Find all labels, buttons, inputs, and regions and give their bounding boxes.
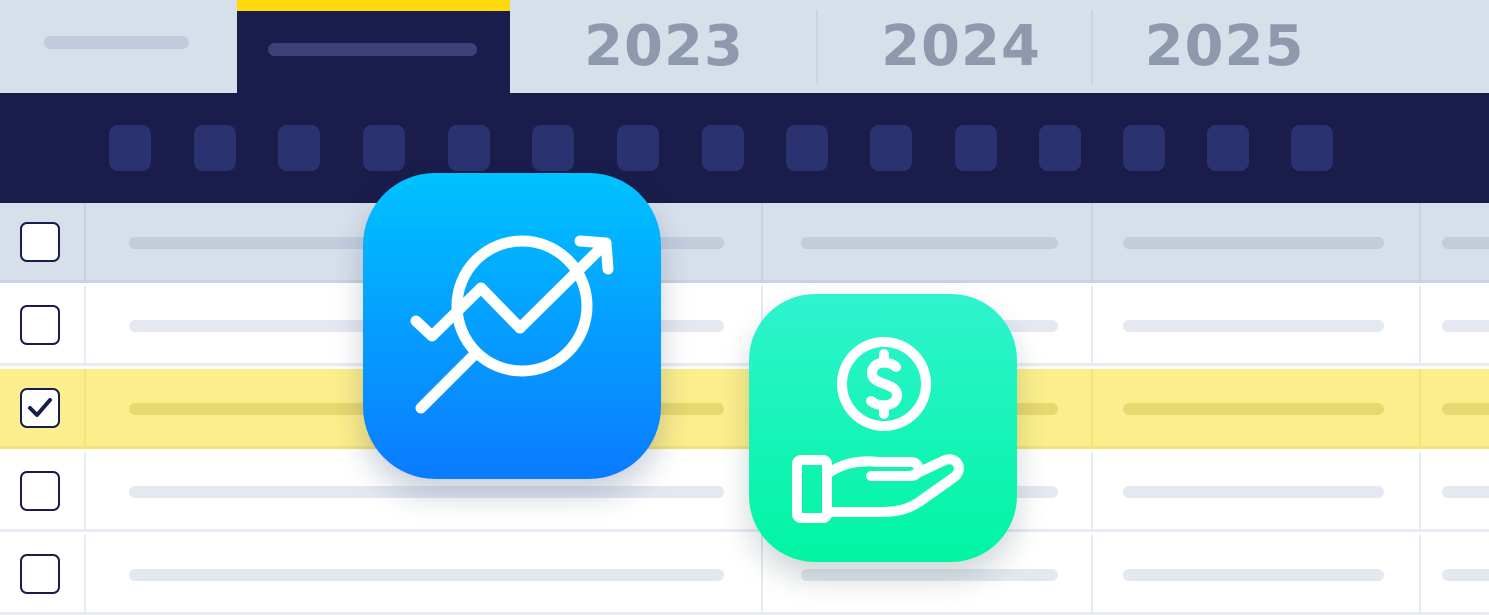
tab-2025[interactable]: 2025 bbox=[1112, 0, 1337, 93]
column-divider bbox=[1419, 369, 1421, 446]
table-row[interactable] bbox=[0, 452, 1489, 532]
toolbar-button[interactable] bbox=[278, 125, 320, 171]
table-row[interactable] bbox=[0, 535, 1489, 615]
toolbar-button[interactable] bbox=[194, 125, 236, 171]
table-header-row bbox=[0, 203, 1489, 283]
column-divider bbox=[1419, 286, 1421, 363]
tab-placeholder[interactable] bbox=[0, 0, 237, 93]
column-divider bbox=[1419, 203, 1421, 280]
toolbar-button[interactable] bbox=[786, 125, 828, 171]
checkmark-icon bbox=[28, 398, 52, 417]
column-divider bbox=[84, 535, 86, 612]
toolbar-button[interactable] bbox=[1291, 125, 1333, 171]
tab-label-skeleton bbox=[44, 36, 189, 49]
row-checkbox[interactable] bbox=[20, 305, 60, 345]
toolbar-button[interactable] bbox=[532, 125, 574, 171]
cell-skeleton bbox=[801, 569, 1058, 581]
column-divider bbox=[1419, 452, 1421, 529]
toolbar-button[interactable] bbox=[363, 125, 405, 171]
toolbar-button[interactable] bbox=[1039, 125, 1081, 171]
column-divider bbox=[761, 203, 763, 280]
header-cell-skeleton bbox=[801, 237, 1058, 249]
toolbar-button[interactable] bbox=[702, 125, 744, 171]
tab-divider bbox=[816, 10, 818, 84]
payment-app-icon[interactable] bbox=[749, 294, 1017, 562]
table-row[interactable] bbox=[0, 286, 1489, 366]
analytics-app-icon[interactable] bbox=[363, 173, 661, 479]
tab-active[interactable] bbox=[237, 0, 510, 93]
analytics-magnifier-trend-icon bbox=[410, 235, 614, 414]
column-divider bbox=[1091, 369, 1093, 446]
cell-skeleton bbox=[1442, 569, 1489, 581]
toolbar bbox=[0, 93, 1489, 203]
toolbar-button[interactable] bbox=[870, 125, 912, 171]
row-checkbox[interactable] bbox=[20, 471, 60, 511]
column-divider bbox=[1419, 535, 1421, 612]
toolbar-button[interactable] bbox=[109, 125, 151, 171]
tab-2023[interactable]: 2023 bbox=[550, 0, 778, 93]
column-divider bbox=[1091, 452, 1093, 529]
tab-strip: 2023 2024 2025 bbox=[0, 0, 1489, 93]
toolbar-button[interactable] bbox=[617, 125, 659, 171]
column-divider bbox=[84, 452, 86, 529]
toolbar-button[interactable] bbox=[1123, 125, 1165, 171]
column-divider bbox=[84, 369, 86, 446]
cell-skeleton bbox=[129, 486, 724, 498]
cell-skeleton bbox=[129, 569, 724, 581]
cell-skeleton bbox=[1123, 320, 1384, 332]
column-divider bbox=[1091, 286, 1093, 363]
row-checkbox[interactable] bbox=[20, 388, 60, 428]
tab-label-skeleton bbox=[268, 43, 477, 56]
cell-skeleton bbox=[1123, 569, 1384, 581]
toolbar-button[interactable] bbox=[955, 125, 997, 171]
table-row-selected[interactable] bbox=[0, 369, 1489, 449]
row-checkbox[interactable] bbox=[20, 554, 60, 594]
cell-skeleton bbox=[1442, 320, 1489, 332]
tab-2024[interactable]: 2024 bbox=[846, 0, 1076, 93]
toolbar-button[interactable] bbox=[448, 125, 490, 171]
column-divider bbox=[1091, 203, 1093, 280]
data-grid bbox=[0, 203, 1489, 615]
column-divider bbox=[1091, 535, 1093, 612]
column-divider bbox=[84, 203, 86, 280]
header-cell-skeleton bbox=[1442, 237, 1489, 249]
cell-skeleton bbox=[1123, 486, 1384, 498]
toolbar-button[interactable] bbox=[1207, 125, 1249, 171]
tab-divider bbox=[1091, 10, 1093, 84]
column-divider bbox=[84, 286, 86, 363]
header-cell-skeleton bbox=[1123, 237, 1384, 249]
hand-holding-dollar-icon bbox=[792, 337, 964, 523]
select-all-checkbox[interactable] bbox=[20, 222, 60, 262]
cell-skeleton bbox=[1442, 403, 1489, 415]
cell-skeleton bbox=[1123, 403, 1384, 415]
cell-skeleton bbox=[1442, 486, 1489, 498]
